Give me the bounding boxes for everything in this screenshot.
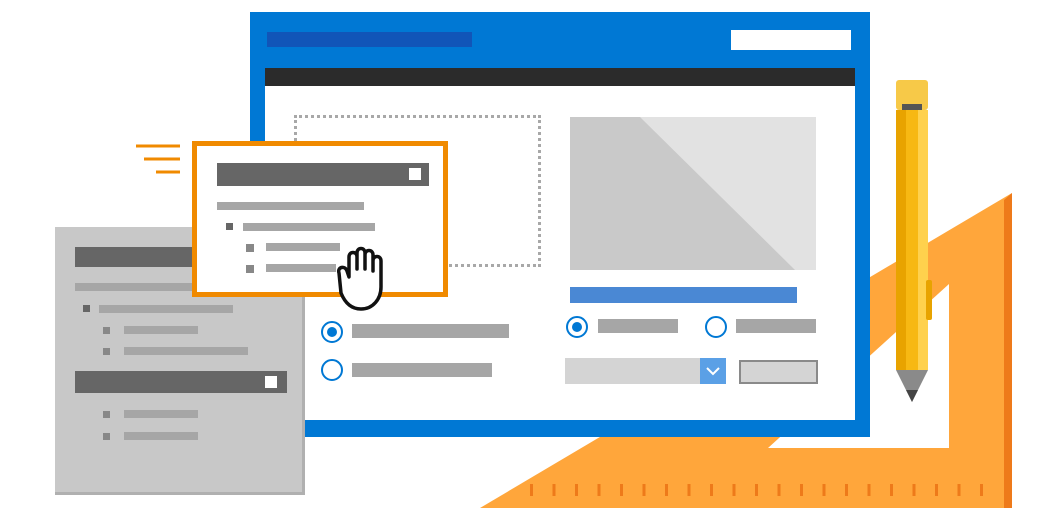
ruler-tick	[642, 484, 646, 496]
ruler-tick	[575, 484, 578, 496]
dragged-panel-line	[217, 202, 364, 210]
ruler-tick	[755, 484, 758, 496]
ruler-tick	[980, 484, 983, 496]
side-panel-line	[75, 283, 200, 291]
tree-node-icon	[103, 327, 110, 334]
checkbox-icon[interactable]	[265, 376, 277, 388]
chevron-down-icon[interactable]	[700, 358, 726, 384]
window-search-box[interactable]	[731, 30, 851, 50]
pencil-icon	[896, 80, 932, 402]
ruler-tick	[845, 484, 848, 496]
window-title-bar	[267, 32, 472, 47]
ruler-tick	[687, 484, 691, 496]
ruler-tick	[777, 484, 781, 496]
tree-node-icon	[246, 265, 254, 273]
ruler-tick	[957, 484, 961, 496]
radio-right-1-label	[598, 319, 678, 333]
tree-item[interactable]	[243, 223, 375, 231]
ruler-tick	[867, 484, 871, 496]
submit-button[interactable]	[739, 360, 818, 384]
tree-item[interactable]	[99, 305, 233, 313]
radio-left-1-label	[352, 324, 509, 338]
ruler-tick	[530, 484, 533, 496]
ruler-tick	[800, 484, 803, 496]
radio-right-1[interactable]	[565, 315, 589, 339]
dropdown-select[interactable]	[565, 358, 700, 384]
dragged-panel-header	[217, 163, 429, 186]
side-panel-group-header[interactable]	[75, 371, 287, 393]
radio-right-2[interactable]	[704, 315, 728, 339]
ruler-tick	[665, 484, 668, 496]
ruler-tick	[935, 484, 938, 496]
radio-right-2-label	[736, 319, 816, 333]
tree-item[interactable]	[124, 410, 198, 418]
tree-node-icon	[246, 244, 254, 252]
ruler-tick	[597, 484, 601, 496]
motion-lines-icon	[136, 144, 180, 174]
tree-item[interactable]	[124, 432, 198, 440]
ruler-tick	[620, 484, 623, 496]
window-toolbar	[265, 68, 855, 86]
tree-node-icon	[103, 433, 110, 440]
side-panel-header	[75, 247, 200, 267]
ruler-tick	[710, 484, 713, 496]
tree-item[interactable]	[124, 326, 198, 334]
tree-item[interactable]	[266, 264, 336, 272]
ruler-tick	[890, 484, 893, 496]
radio-left-2[interactable]	[320, 358, 344, 382]
tree-node-icon	[103, 411, 110, 418]
ruler-tick	[912, 484, 916, 496]
ruler-tick	[552, 484, 556, 496]
checkbox-icon[interactable]	[409, 168, 421, 180]
ruler-tick	[822, 484, 826, 496]
radio-left-1[interactable]	[320, 320, 344, 344]
hand-cursor-icon	[336, 246, 383, 311]
tree-node-icon	[226, 223, 233, 230]
tree-node-icon	[83, 305, 90, 312]
radio-left-2-label	[352, 363, 492, 377]
image-placeholder-icon	[570, 117, 816, 270]
section-heading-bar	[570, 287, 797, 303]
tree-node-icon	[103, 348, 110, 355]
tree-item[interactable]	[124, 347, 248, 355]
ruler-tick	[732, 484, 736, 496]
